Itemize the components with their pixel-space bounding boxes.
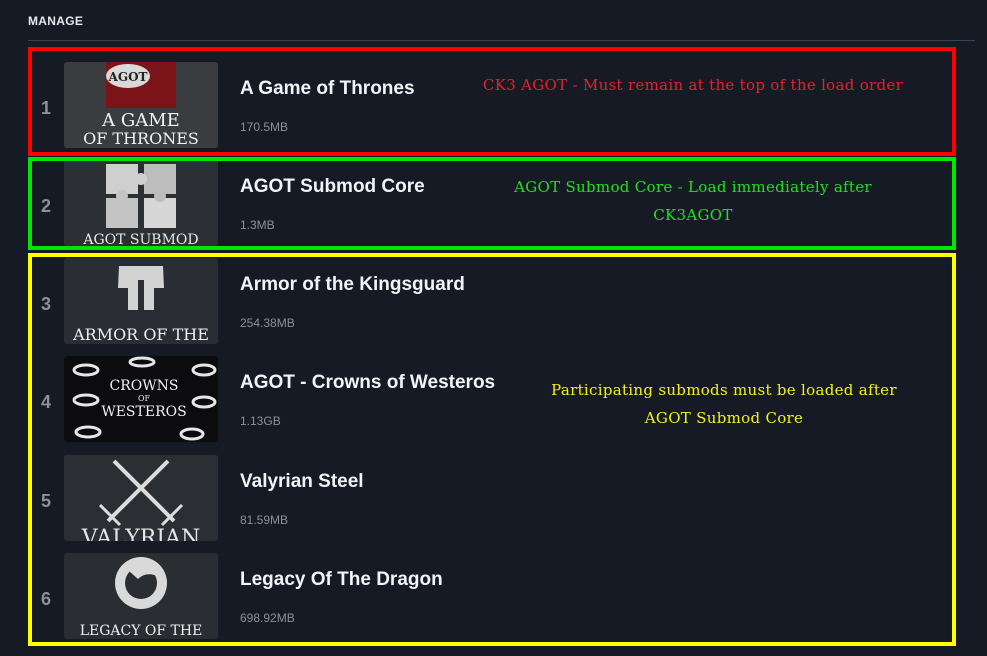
green-annotation-line-1: AGOT Submod Core - Load immediately afte… xyxy=(514,178,872,196)
yellow-annotation-line-1: Participating submods must be loaded aft… xyxy=(551,381,897,399)
green-annotation-line-2: CK3AGOT xyxy=(653,206,733,224)
manage-header: MANAGE xyxy=(28,14,84,28)
red-annotation-text: CK3 AGOT - Must remain at the top of the… xyxy=(482,76,904,94)
header-divider xyxy=(28,40,975,41)
yellow-annotation-text: Participating submods must be loaded aft… xyxy=(508,376,940,432)
red-annotation-box xyxy=(28,47,956,156)
green-annotation-text: AGOT Submod Core - Load immediately afte… xyxy=(458,173,928,229)
yellow-annotation-line-2: AGOT Submod Core xyxy=(644,409,804,427)
yellow-annotation-box xyxy=(28,253,956,646)
